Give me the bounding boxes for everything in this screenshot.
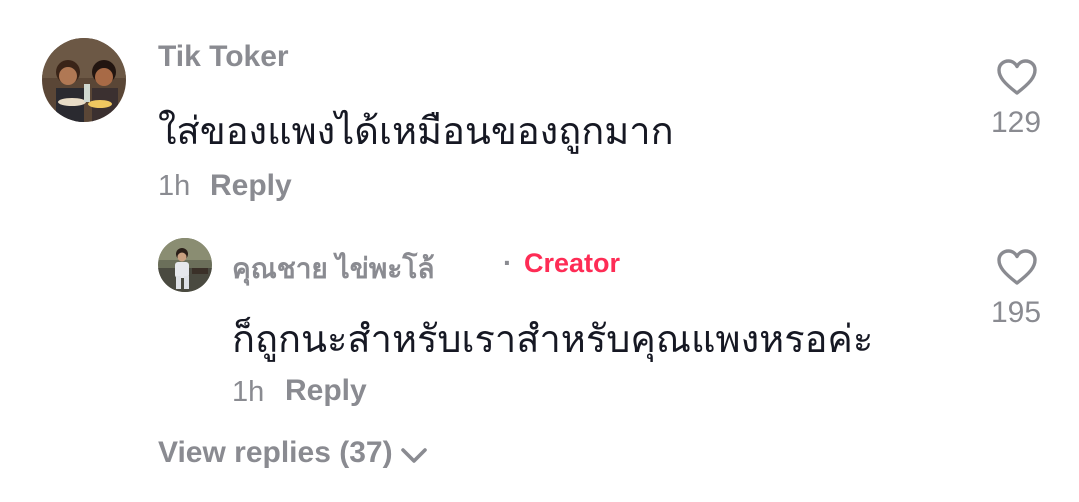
comment-text: ใส่ของแพงได้เหมือนของถูกมาก <box>158 109 674 153</box>
comment-timestamp: 1h <box>158 170 191 202</box>
creator-badge: Creator <box>524 248 621 278</box>
reply-button[interactable]: Reply <box>210 169 292 203</box>
heart-outline-icon[interactable] <box>996 248 1038 286</box>
chevron-down-icon <box>400 448 427 463</box>
creator-avatar[interactable] <box>158 238 212 292</box>
view-replies-label: View replies (37) <box>158 436 393 469</box>
reply-like-count: 195 <box>990 296 1042 329</box>
view-replies-button[interactable]: View replies (37) <box>158 436 429 470</box>
heart-outline-icon[interactable] <box>996 58 1038 96</box>
commenter-avatar[interactable] <box>42 38 126 122</box>
like-count: 129 <box>990 106 1042 139</box>
creator-username[interactable]: คุณชาย ไข่พะโล้ <box>232 247 435 291</box>
badge-separator: · <box>503 247 513 278</box>
reply-timestamp: 1h <box>232 376 265 408</box>
commenter-username[interactable]: Tik Toker <box>158 40 289 74</box>
reply-comment-text: ก็ถูกนะสำหรับเราสำหรับคุณแพงหรอค่ะ <box>232 317 874 361</box>
reply-button-2[interactable]: Reply <box>285 374 367 408</box>
